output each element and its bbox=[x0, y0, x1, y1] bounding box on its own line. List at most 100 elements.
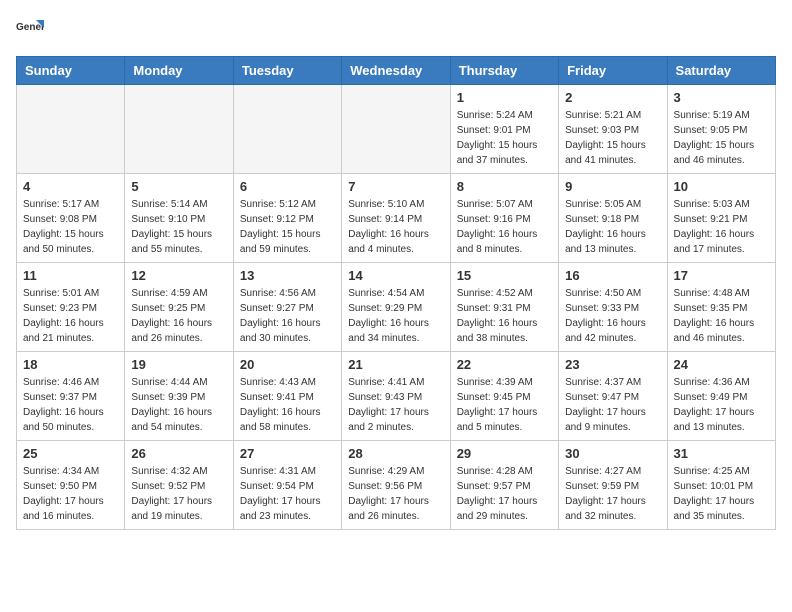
calendar-cell: 6 Sunrise: 5:12 AM Sunset: 9:12 PM Daylig… bbox=[233, 174, 341, 263]
day-number: 14 bbox=[348, 268, 443, 283]
day-info: Sunrise: 5:07 AM Sunset: 9:16 PM Dayligh… bbox=[457, 197, 552, 257]
day-info: Sunrise: 5:19 AM Sunset: 9:05 PM Dayligh… bbox=[674, 108, 769, 168]
calendar-cell: 9Sunrise: 5:05 AM Sunset: 9:18 PM Daylig… bbox=[559, 174, 667, 263]
day-info: Sunrise: 5:03 AM Sunset: 9:21 PM Dayligh… bbox=[674, 197, 769, 257]
calendar-cell: 12 Sunrise: 4:59 AM Sunset: 9:25 PM Dayli… bbox=[125, 263, 233, 352]
calendar-cell: 15 Sunrise: 4:52 AM Sunset: 9:31 PM Dayli… bbox=[450, 263, 558, 352]
day-info: Sunrise: 4:25 AM Sunset: 10:01 PM Daylig… bbox=[674, 464, 769, 524]
calendar-cell bbox=[342, 85, 450, 174]
logo: General bbox=[16, 16, 48, 44]
calendar-cell bbox=[17, 85, 125, 174]
calendar-cell: 23 Sunrise: 4:37 AM Sunset: 9:47 PM Dayli… bbox=[559, 352, 667, 441]
calendar-cell: 4 Sunrise: 5:17 AM Sunset: 9:08 PM Daylig… bbox=[17, 174, 125, 263]
day-info: Sunrise: 5:01 AM Sunset: 9:23 PM Dayligh… bbox=[23, 286, 118, 346]
calendar-cell: 11 Sunrise: 5:01 AM Sunset: 9:23 PM Dayli… bbox=[17, 263, 125, 352]
calendar-cell: 31 Sunrise: 4:25 AM Sunset: 10:01 PM Dayl… bbox=[667, 441, 775, 530]
day-info: Sunrise: 4:39 AM Sunset: 9:45 PM Dayligh… bbox=[457, 375, 552, 435]
day-info: Sunrise: 4:36 AM Sunset: 9:49 PM Dayligh… bbox=[674, 375, 769, 435]
calendar-week-5: 25 Sunrise: 4:34 AM Sunset: 9:50 PM Dayli… bbox=[17, 441, 776, 530]
day-number: 5 bbox=[131, 179, 226, 194]
weekday-header-thursday: Thursday bbox=[450, 57, 558, 85]
weekday-header-monday: Monday bbox=[125, 57, 233, 85]
day-info: Sunrise: 4:46 AM Sunset: 9:37 PM Dayligh… bbox=[23, 375, 118, 435]
day-info: Sunrise: 4:50 AM Sunset: 9:33 PM Dayligh… bbox=[565, 286, 660, 346]
day-number: 30 bbox=[565, 446, 660, 461]
day-number: 16 bbox=[565, 268, 660, 283]
calendar-cell: 3 Sunrise: 5:19 AM Sunset: 9:05 PM Daylig… bbox=[667, 85, 775, 174]
day-number: 20 bbox=[240, 357, 335, 372]
day-number: 3 bbox=[674, 90, 769, 105]
calendar-cell: 21Sunrise: 4:41 AM Sunset: 9:43 PM Dayli… bbox=[342, 352, 450, 441]
calendar-cell: 14 Sunrise: 4:54 AM Sunset: 9:29 PM Dayli… bbox=[342, 263, 450, 352]
day-number: 25 bbox=[23, 446, 118, 461]
day-info: Sunrise: 5:12 AM Sunset: 9:12 PM Dayligh… bbox=[240, 197, 335, 257]
calendar-cell: 5 Sunrise: 5:14 AM Sunset: 9:10 PM Daylig… bbox=[125, 174, 233, 263]
day-info: Sunrise: 5:21 AM Sunset: 9:03 PM Dayligh… bbox=[565, 108, 660, 168]
day-info: Sunrise: 4:27 AM Sunset: 9:59 PM Dayligh… bbox=[565, 464, 660, 524]
weekday-header-wednesday: Wednesday bbox=[342, 57, 450, 85]
day-number: 8 bbox=[457, 179, 552, 194]
calendar-cell: 30 Sunrise: 4:27 AM Sunset: 9:59 PM Dayli… bbox=[559, 441, 667, 530]
day-number: 23 bbox=[565, 357, 660, 372]
day-number: 9 bbox=[565, 179, 660, 194]
calendar-cell: 22 Sunrise: 4:39 AM Sunset: 9:45 PM Dayli… bbox=[450, 352, 558, 441]
day-info: Sunrise: 5:17 AM Sunset: 9:08 PM Dayligh… bbox=[23, 197, 118, 257]
day-info: Sunrise: 4:37 AM Sunset: 9:47 PM Dayligh… bbox=[565, 375, 660, 435]
day-number: 24 bbox=[674, 357, 769, 372]
calendar-cell: 25 Sunrise: 4:34 AM Sunset: 9:50 PM Dayli… bbox=[17, 441, 125, 530]
day-info: Sunrise: 4:43 AM Sunset: 9:41 PM Dayligh… bbox=[240, 375, 335, 435]
day-number: 18 bbox=[23, 357, 118, 372]
calendar-cell bbox=[233, 85, 341, 174]
day-number: 15 bbox=[457, 268, 552, 283]
day-number: 10 bbox=[674, 179, 769, 194]
day-info: Sunrise: 4:54 AM Sunset: 9:29 PM Dayligh… bbox=[348, 286, 443, 346]
day-number: 27 bbox=[240, 446, 335, 461]
day-number: 11 bbox=[23, 268, 118, 283]
day-info: Sunrise: 5:14 AM Sunset: 9:10 PM Dayligh… bbox=[131, 197, 226, 257]
day-number: 29 bbox=[457, 446, 552, 461]
weekday-header-friday: Friday bbox=[559, 57, 667, 85]
calendar-week-1: 1 Sunrise: 5:24 AM Sunset: 9:01 PM Daylig… bbox=[17, 85, 776, 174]
day-number: 1 bbox=[457, 90, 552, 105]
day-info: Sunrise: 5:24 AM Sunset: 9:01 PM Dayligh… bbox=[457, 108, 552, 168]
calendar-cell: 16 Sunrise: 4:50 AM Sunset: 9:33 PM Dayli… bbox=[559, 263, 667, 352]
weekday-header-tuesday: Tuesday bbox=[233, 57, 341, 85]
weekday-header-saturday: Saturday bbox=[667, 57, 775, 85]
day-number: 7 bbox=[348, 179, 443, 194]
calendar-cell: 19 Sunrise: 4:44 AM Sunset: 9:39 PM Dayli… bbox=[125, 352, 233, 441]
day-info: Sunrise: 4:34 AM Sunset: 9:50 PM Dayligh… bbox=[23, 464, 118, 524]
day-info: Sunrise: 4:28 AM Sunset: 9:57 PM Dayligh… bbox=[457, 464, 552, 524]
day-number: 17 bbox=[674, 268, 769, 283]
day-number: 13 bbox=[240, 268, 335, 283]
calendar-week-3: 11 Sunrise: 5:01 AM Sunset: 9:23 PM Dayli… bbox=[17, 263, 776, 352]
day-number: 28 bbox=[348, 446, 443, 461]
calendar-cell: 29 Sunrise: 4:28 AM Sunset: 9:57 PM Dayli… bbox=[450, 441, 558, 530]
calendar-cell: 18 Sunrise: 4:46 AM Sunset: 9:37 PM Dayli… bbox=[17, 352, 125, 441]
day-number: 22 bbox=[457, 357, 552, 372]
day-info: Sunrise: 4:32 AM Sunset: 9:52 PM Dayligh… bbox=[131, 464, 226, 524]
calendar-header-row: SundayMondayTuesdayWednesdayThursdayFrid… bbox=[17, 57, 776, 85]
day-number: 19 bbox=[131, 357, 226, 372]
calendar-cell: 10 Sunrise: 5:03 AM Sunset: 9:21 PM Dayli… bbox=[667, 174, 775, 263]
day-info: Sunrise: 4:48 AM Sunset: 9:35 PM Dayligh… bbox=[674, 286, 769, 346]
calendar-cell: 24 Sunrise: 4:36 AM Sunset: 9:49 PM Dayli… bbox=[667, 352, 775, 441]
day-number: 4 bbox=[23, 179, 118, 194]
page-header: General bbox=[16, 16, 776, 44]
day-info: Sunrise: 4:29 AM Sunset: 9:56 PM Dayligh… bbox=[348, 464, 443, 524]
day-info: Sunrise: 4:41 AM Sunset: 9:43 PM Dayligh… bbox=[348, 375, 443, 435]
day-number: 31 bbox=[674, 446, 769, 461]
calendar-cell: 20 Sunrise: 4:43 AM Sunset: 9:41 PM Dayli… bbox=[233, 352, 341, 441]
day-info: Sunrise: 4:44 AM Sunset: 9:39 PM Dayligh… bbox=[131, 375, 226, 435]
weekday-header-sunday: Sunday bbox=[17, 57, 125, 85]
calendar-cell bbox=[125, 85, 233, 174]
calendar-cell: 26 Sunrise: 4:32 AM Sunset: 9:52 PM Dayli… bbox=[125, 441, 233, 530]
calendar-cell: 27 Sunrise: 4:31 AM Sunset: 9:54 PM Dayli… bbox=[233, 441, 341, 530]
day-number: 6 bbox=[240, 179, 335, 194]
day-number: 2 bbox=[565, 90, 660, 105]
day-info: Sunrise: 4:59 AM Sunset: 9:25 PM Dayligh… bbox=[131, 286, 226, 346]
day-info: Sunrise: 4:52 AM Sunset: 9:31 PM Dayligh… bbox=[457, 286, 552, 346]
day-number: 26 bbox=[131, 446, 226, 461]
day-info: Sunrise: 4:31 AM Sunset: 9:54 PM Dayligh… bbox=[240, 464, 335, 524]
calendar-cell: 1 Sunrise: 5:24 AM Sunset: 9:01 PM Daylig… bbox=[450, 85, 558, 174]
day-number: 12 bbox=[131, 268, 226, 283]
